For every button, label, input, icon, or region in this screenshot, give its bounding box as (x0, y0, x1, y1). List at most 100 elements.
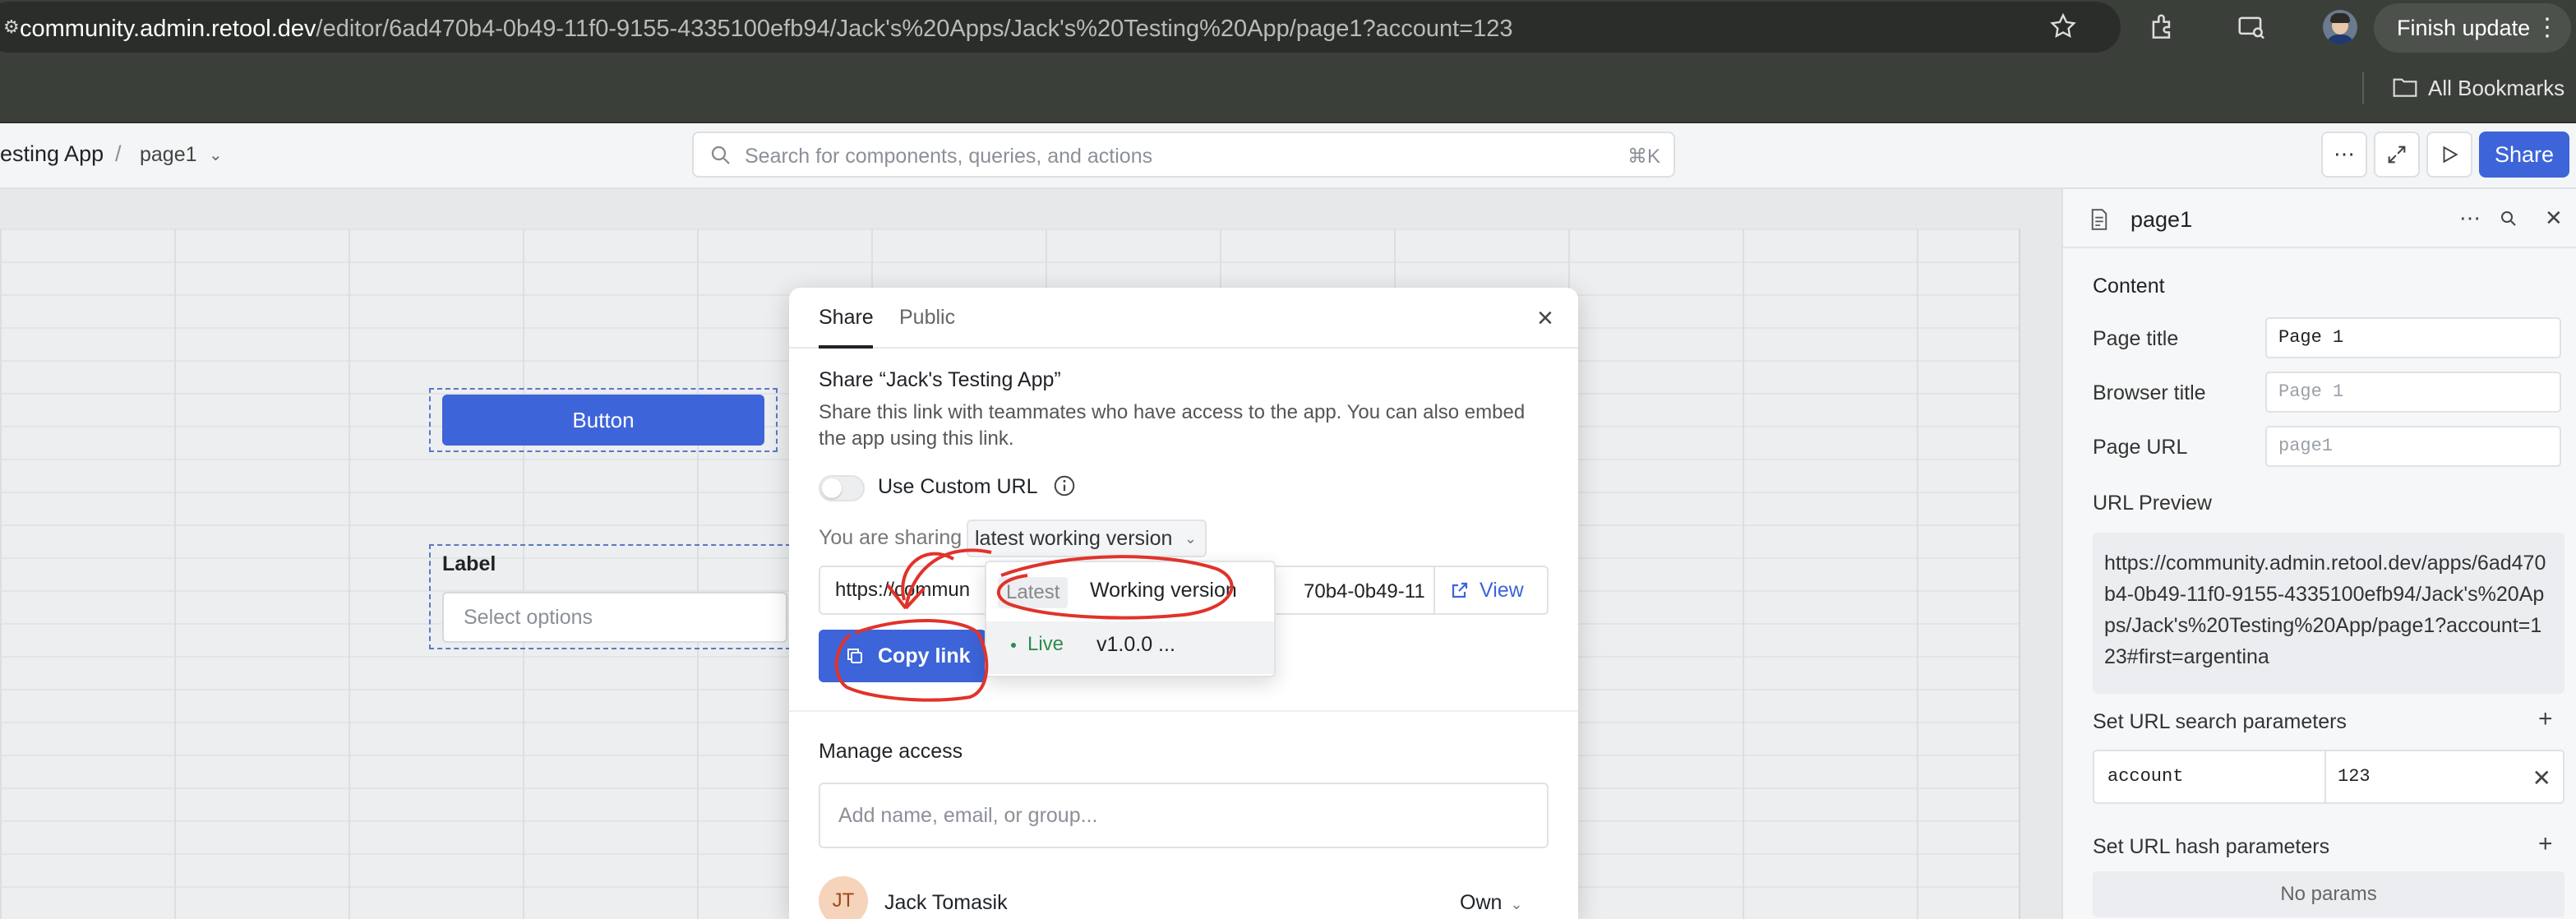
manage-access-heading: Manage access (819, 740, 963, 763)
bookmarks-bar: All Bookmarks (0, 58, 2576, 123)
breadcrumb-separator: / (115, 141, 122, 166)
copy-icon (847, 649, 862, 663)
sharing-label: You are sharing (819, 526, 963, 549)
add-search-param-icon[interactable]: + (2538, 705, 2553, 733)
latest-badge: Latest (998, 577, 1069, 608)
site-settings-icon[interactable]: ⚙ (3, 16, 20, 38)
page-url-field[interactable]: page1 (2265, 426, 2561, 467)
version-select-value: latest working version (975, 527, 1173, 550)
expand-icon (2388, 145, 2406, 164)
search-icon (711, 145, 730, 164)
view-label: View (1480, 579, 1524, 602)
invite-input[interactable]: Add name, email, or group... (819, 783, 1549, 848)
share-link-start: https://commun (835, 579, 971, 601)
tab-search-icon[interactable] (2236, 12, 2267, 43)
chrome-menu-icon[interactable]: ⋮ (2535, 3, 2560, 53)
user-avatar: JT (819, 876, 868, 919)
global-search-input[interactable]: Search for components, queries, and acti… (692, 132, 1675, 178)
remove-param-icon[interactable]: ✕ (2532, 764, 2551, 792)
search-shortcut: ⌘K (1627, 145, 1660, 168)
close-icon[interactable]: × (1537, 302, 1553, 335)
param-key-field[interactable]: account (2094, 751, 2326, 802)
finish-update-button[interactable]: Finish update ⋮ (2374, 3, 2571, 53)
page-icon (2091, 209, 2107, 230)
url-path: /editor/6ad470b4-0b49-11f0-9155-4335100e… (316, 16, 1513, 42)
multiselect-input[interactable]: Select options (442, 592, 787, 643)
share-link-end: 70b4-0b49-11 (1304, 569, 1429, 613)
live-dot-icon (1011, 642, 1016, 648)
folder-icon (2393, 78, 2417, 97)
select-label: Label (442, 552, 496, 575)
browser-title-label: Browser title (2093, 381, 2206, 404)
user-role-select[interactable]: Own ⌄ (1460, 891, 1523, 915)
tab-public[interactable]: Public (899, 306, 955, 330)
close-icon[interactable]: ✕ (2545, 206, 2563, 231)
modal-description: Share this link with teammates who have … (819, 401, 1526, 450)
more-icon[interactable]: ⋯ (2459, 206, 2481, 231)
inspector-panel: page1 ⋯ ✕ Content Page title Page 1 Brow… (2061, 189, 2576, 919)
inspector-header: page1 ⋯ ✕ (2063, 189, 2576, 248)
expand-button[interactable] (2374, 132, 2420, 178)
add-hash-param-icon[interactable]: + (2538, 830, 2553, 858)
inspector-title: page1 (2131, 207, 2193, 232)
version-dropdown: Latest Working version Live v1.0.0 ... (985, 561, 1276, 677)
no-params-box: No params (2093, 871, 2564, 917)
profile-avatar[interactable] (2323, 10, 2357, 44)
address-bar[interactable]: ⚙ community.admin.retool.dev/editor/6ad4… (0, 2, 2121, 53)
app-name[interactable]: esting App (0, 141, 104, 167)
url-text[interactable]: community.admin.retool.dev/editor/6ad470… (20, 16, 1513, 43)
param-value-field[interactable]: 123 (2338, 751, 2371, 802)
live-badge: Live (1011, 633, 1064, 656)
chevron-down-icon[interactable]: ⌄ (209, 145, 223, 165)
custom-url-label: Use Custom URL (878, 475, 1038, 498)
finish-update-label: Finish update (2397, 16, 2531, 40)
chevron-down-icon: ⌄ (1510, 896, 1523, 912)
modal-tabs: Share Public × (789, 288, 1578, 349)
canvas-edge (2019, 229, 2020, 919)
share-button[interactable]: Share (2479, 132, 2569, 178)
play-icon (2443, 145, 2458, 164)
modal-divider (789, 710, 1578, 712)
bookmark-star-icon[interactable] (2048, 12, 2078, 41)
live-badge-label: Live (1027, 633, 1064, 655)
page-selector[interactable]: page1 (140, 143, 197, 167)
all-bookmarks-link[interactable]: All Bookmarks (2428, 76, 2564, 101)
canvas-button[interactable]: Button (442, 395, 764, 446)
search-param-row: account 123 ✕ (2093, 750, 2564, 804)
chevron-down-icon: ⌄ (1184, 530, 1197, 547)
tab-share[interactable]: Share (819, 306, 874, 330)
avatar-shirt (2326, 35, 2354, 44)
version-option-working[interactable]: Latest Working version (986, 569, 1274, 617)
url-preview-label: URL Preview (2093, 492, 2212, 515)
live-version-label: v1.0.0 ... (1096, 633, 1175, 656)
page-title-field[interactable]: Page 1 (2265, 317, 2561, 358)
content-heading: Content (2093, 275, 2165, 298)
user-name: Jack Tomasik (884, 891, 1008, 914)
hash-params-label: Set URL hash parameters (2093, 835, 2330, 858)
copy-link-button[interactable]: Copy link (819, 630, 986, 682)
user-role-value: Own (1460, 891, 1503, 914)
preview-button[interactable] (2426, 132, 2472, 178)
url-preview: https://community.admin.retool.dev/apps/… (2093, 533, 2564, 694)
version-select[interactable]: latest working version ⌄ (967, 520, 1207, 557)
extensions-icon[interactable] (2147, 12, 2178, 43)
browser-toolbar: ⚙ community.admin.retool.dev/editor/6ad4… (0, 0, 2576, 58)
page-url-label: Page URL (2093, 436, 2188, 459)
working-version-label: Working version (1090, 579, 1237, 602)
page-title-label: Page title (2093, 327, 2179, 350)
modal-title: Share “Jack's Testing App” (819, 368, 1061, 391)
browser-title-field[interactable]: Page 1 (2265, 372, 2561, 413)
search-icon[interactable] (2499, 209, 2518, 229)
copy-link-label: Copy link (878, 644, 971, 667)
more-options-button[interactable]: ⋯ (2321, 132, 2367, 178)
version-option-live[interactable]: Live v1.0.0 ... (986, 621, 1274, 674)
search-params-label: Set URL search parameters (2093, 710, 2347, 733)
custom-url-toggle[interactable] (819, 475, 865, 501)
avatar-hair (2330, 13, 2350, 23)
info-icon[interactable] (1052, 473, 1077, 498)
view-button[interactable]: View (1435, 566, 1549, 615)
toggle-knob (822, 478, 842, 498)
external-link-icon (1452, 582, 1468, 598)
bookmarks-divider (2362, 72, 2364, 104)
active-tab-indicator (819, 345, 873, 349)
